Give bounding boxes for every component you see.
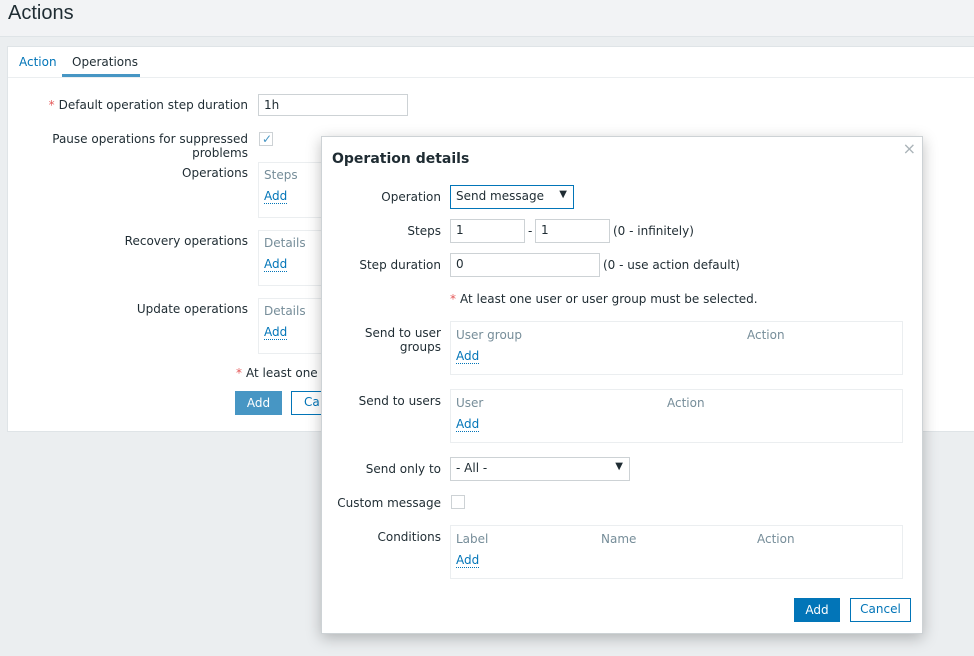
- checkmark-icon: ✓: [262, 132, 273, 146]
- column-header: Steps: [264, 168, 298, 182]
- add-update-operation-link[interactable]: Add: [264, 325, 288, 340]
- add-condition-link[interactable]: Add: [456, 553, 480, 568]
- add-user-link[interactable]: Add: [456, 417, 480, 432]
- steps-from-input[interactable]: 1: [450, 219, 525, 243]
- steps-to-input[interactable]: 1: [535, 219, 610, 243]
- chevron-down-icon: ▼: [559, 189, 567, 200]
- column-header: Label: [456, 532, 489, 546]
- recovery-operations-table: Details Add: [258, 230, 330, 286]
- send-only-to-select[interactable]: - All - ▼: [450, 457, 630, 481]
- tab-bar: Action Operations: [8, 47, 974, 78]
- column-header: User group: [456, 328, 523, 342]
- recovery-operations-label: Recovery operations: [124, 234, 248, 248]
- update-operations-label: Update operations: [136, 302, 248, 316]
- add-user-group-link[interactable]: Add: [456, 349, 480, 364]
- operations-label: Operations: [182, 166, 248, 180]
- pause-suppressed-label: Pause operations for suppressed problems: [52, 132, 248, 160]
- column-header: User: [456, 396, 484, 410]
- column-header: Details: [264, 236, 306, 250]
- add-recovery-operation-link[interactable]: Add: [264, 257, 288, 272]
- dialog-title: Operation details: [332, 151, 470, 167]
- operation-select[interactable]: Send message ▼: [450, 185, 574, 209]
- add-operation-link[interactable]: Add: [264, 189, 288, 204]
- custom-message-label: Custom message: [337, 496, 441, 510]
- dialog-add-button[interactable]: Add: [794, 598, 840, 622]
- send-only-to-label: Send only to: [365, 462, 441, 476]
- active-tab-indicator: [62, 74, 140, 77]
- column-header: Name: [601, 532, 637, 546]
- add-button[interactable]: Add: [235, 391, 282, 415]
- operations-table: Steps Add: [258, 162, 330, 218]
- page-title: Actions: [8, 2, 74, 24]
- required-asterisk: *: [450, 292, 456, 306]
- required-asterisk: *: [48, 98, 55, 112]
- step-duration-label: Step duration: [359, 258, 441, 272]
- close-icon[interactable]: ×: [903, 139, 916, 158]
- send-to-user-groups-label: Send to user groups: [364, 326, 441, 354]
- chevron-down-icon: ▼: [615, 461, 623, 472]
- recipient-warning: * At least one user or user group must be…: [450, 292, 758, 306]
- steps-label: Steps: [407, 224, 441, 238]
- operation-label: Operation: [381, 190, 441, 204]
- users-table: User Action Add: [450, 389, 903, 443]
- required-asterisk: *: [236, 366, 242, 380]
- operation-select-value: Send message: [456, 189, 544, 203]
- tab-action[interactable]: Action: [19, 55, 57, 69]
- update-operations-table: Details Add: [258, 298, 330, 354]
- step-duration-hint: (0 - use action default): [603, 258, 740, 272]
- tab-operations[interactable]: Operations: [72, 55, 138, 69]
- steps-hint: (0 - infinitely): [613, 224, 694, 238]
- pause-suppressed-checkbox[interactable]: ✓: [259, 132, 273, 146]
- steps-separator: -: [528, 224, 533, 238]
- send-only-to-value: - All -: [456, 461, 488, 475]
- conditions-label: Conditions: [377, 530, 441, 544]
- operation-details-dialog: Operation details × Operation Send messa…: [321, 136, 923, 634]
- page-header: Actions: [0, 0, 974, 37]
- user-groups-table: User group Action Add: [450, 321, 903, 375]
- default-step-duration-label: * Default operation step duration: [48, 98, 248, 112]
- column-header: Action: [757, 532, 795, 546]
- send-to-users-label: Send to users: [358, 394, 441, 408]
- conditions-table: Label Name Action Add: [450, 525, 903, 579]
- column-header: Action: [667, 396, 705, 410]
- step-duration-input[interactable]: 0: [450, 253, 600, 277]
- column-header: Details: [264, 304, 306, 318]
- custom-message-checkbox[interactable]: [451, 495, 465, 509]
- column-header: Action: [747, 328, 785, 342]
- dialog-cancel-button[interactable]: Cancel: [850, 598, 911, 622]
- default-step-duration-input[interactable]: 1h: [258, 94, 408, 116]
